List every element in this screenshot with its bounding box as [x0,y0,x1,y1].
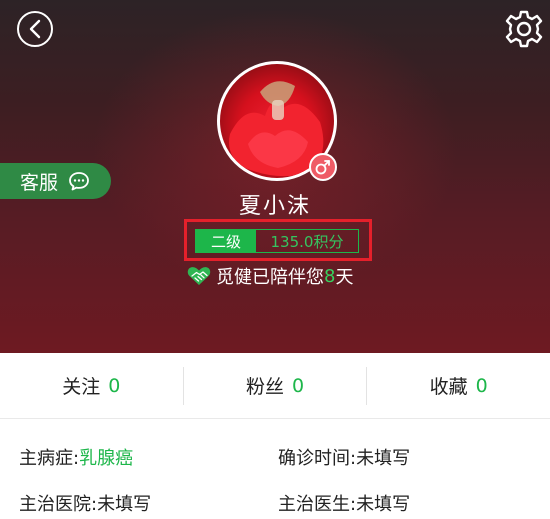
disease-row: 主病症:乳腺癌 [19,444,133,470]
diagnosis-row: 确诊时间:未填写 [278,444,410,470]
points-badge: 135.0积分 [270,232,344,251]
stat-fans[interactable]: 粉丝 0 [184,353,367,418]
stat-favorites[interactable]: 收藏 0 [367,353,550,418]
hospital-value: 未填写 [97,494,152,515]
companion-suffix: 天 [335,267,354,288]
disease-label: 主病症: [19,448,80,469]
settings-button[interactable] [504,9,544,49]
stats-bar: 关注 0 粉丝 0 收藏 0 [0,353,550,419]
hospital-row: 主治医院:未填写 [19,490,151,516]
doctor-label: 主治医生: [278,494,357,515]
handshake-heart-icon [187,267,211,285]
stat-fans-label: 粉丝 [245,376,284,398]
level-points-group[interactable]: 二级 135.0积分 [195,229,359,253]
companion-prefix: 觅健已陪伴您 [216,267,324,288]
doctor-value: 未填写 [356,494,411,515]
gender-badge [309,153,337,181]
diagnosis-label: 确诊时间: [278,448,357,469]
back-button[interactable] [17,11,53,47]
companion-days-count: 8 [324,265,336,287]
diagnosis-value: 未填写 [356,448,411,469]
stat-following-count: 0 [108,374,121,397]
doctor-row: 主治医生:未填写 [278,490,410,516]
user-name: 夏小沫 [238,194,311,219]
medical-info-section: 主病症:乳腺癌 确诊时间:未填写 主治医院:未填写 主治医生:未填写 [0,420,550,519]
hospital-label: 主治医院: [19,494,98,515]
stat-following[interactable]: 关注 0 [0,353,183,418]
disease-value[interactable]: 乳腺癌 [79,448,133,469]
chevron-left-icon [29,19,41,39]
stat-fans-count: 0 [291,374,305,397]
stat-favorites-label: 收藏 [429,376,468,398]
female-symbol-icon [315,160,330,175]
avatar-container[interactable] [217,61,337,181]
companion-days-line: 觅健已陪伴您 8 天 [186,263,353,289]
level-badge: 二级 [196,230,256,252]
gear-icon [505,10,543,48]
profile-header: 客服 夏小沫 二级 135.0积分 觅健已陪伴您 8 天 [0,0,550,353]
stat-favorites-count: 0 [475,374,488,397]
stat-following-label: 关注 [62,376,101,398]
